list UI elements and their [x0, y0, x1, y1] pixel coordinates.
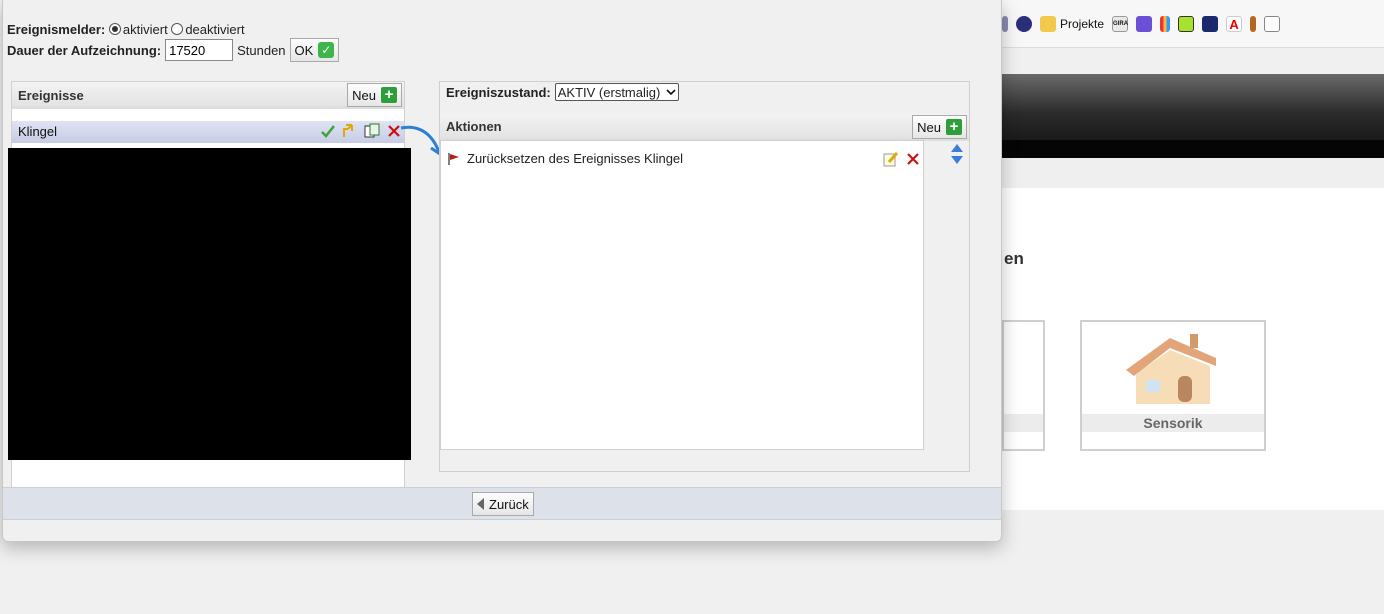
delete-icon[interactable] [905, 151, 921, 167]
arrow-left-icon [477, 498, 484, 510]
hours-label: Stunden [237, 42, 286, 58]
event-state-row: Ereigniszustand: AKTIV (erstmalig) [446, 83, 680, 101]
list-item[interactable]: Klingel [12, 121, 404, 143]
folder-icon [1040, 15, 1056, 32]
event-state-select[interactable]: AKTIV (erstmalig) [554, 83, 680, 101]
adobe-icon: A [1226, 15, 1243, 32]
plus-icon: + [946, 119, 962, 135]
bookmark-navy-icon[interactable] [1202, 14, 1219, 34]
events-panel: Ereignisse Neu + Klingel [8, 81, 411, 491]
arrow-down-icon[interactable] [951, 156, 963, 164]
new-action-button[interactable]: Neu + [912, 115, 967, 139]
bookmark-purple-icon[interactable] [1136, 14, 1153, 34]
bookmarks-bar: Projekte GIRA A [1002, 0, 1384, 48]
edit-icon[interactable] [883, 151, 899, 167]
bookmark-gira[interactable]: GIRA [1112, 14, 1129, 34]
copy-icon[interactable] [364, 123, 380, 139]
bookmark-green-icon[interactable] [1178, 14, 1195, 34]
actions-panel-title: Aktionen [446, 119, 502, 134]
gira-icon: GIRA [1112, 15, 1129, 32]
recording-duration-label: Dauer der Aufzeichnung: [7, 42, 162, 58]
deactivated-radio[interactable] [171, 23, 184, 35]
house-icon [1126, 334, 1216, 404]
event-state-label: Ereigniszustand: [446, 84, 551, 100]
bookmark-colorbar-icon[interactable] [1160, 14, 1171, 34]
chevron-down-icon [666, 89, 676, 96]
new-event-label: Neu [352, 87, 376, 103]
flag-icon [448, 152, 459, 165]
new-action-label: Neu [917, 119, 941, 135]
section-heading: en [1004, 249, 1024, 268]
plus-icon: + [381, 87, 397, 103]
event-reporter-row: Ereignismelder: aktiviert deaktiviert [7, 22, 245, 37]
checkmark-icon[interactable] [320, 123, 336, 139]
back-button[interactable]: Zurück [472, 492, 534, 516]
recording-duration-input[interactable] [165, 39, 234, 61]
event-detail-panel: Ereigniszustand: AKTIV (erstmalig) Aktio… [439, 81, 970, 472]
list-item[interactable]: Zurücksetzen des Ereignisses Klingel [447, 151, 683, 166]
ok-button[interactable]: OK ✓ [289, 38, 340, 62]
arrow-up-icon[interactable] [951, 144, 963, 152]
new-event-button[interactable]: Neu + [347, 83, 402, 107]
bookmark-person-icon[interactable] [1250, 14, 1257, 34]
dialog-footer: Zurück [3, 487, 1001, 520]
header-shadow [1002, 140, 1384, 158]
events-panel-title: Ereignisse [18, 88, 84, 103]
bookmark-adobe[interactable]: A [1226, 14, 1243, 34]
back-label: Zurück [489, 496, 529, 512]
bookmark-empty-icon[interactable] [1264, 14, 1281, 34]
tile-partial[interactable] [1002, 320, 1045, 451]
event-state-value: AKTIV (erstmalig) [557, 84, 661, 100]
deactivated-label: deaktiviert [185, 22, 245, 37]
header-band [1002, 74, 1384, 140]
action-label: Zurücksetzen des Ereignisses Klingel [467, 151, 684, 166]
bookmark-globe-icon[interactable] [1016, 14, 1032, 34]
actions-panel-header: Aktionen Neu + [440, 114, 969, 141]
activated-radio[interactable] [108, 23, 121, 35]
bookmark-projekte[interactable]: Projekte [1040, 14, 1104, 34]
event-reporter-label: Ereignismelder: [7, 22, 106, 37]
folder-arrow-icon[interactable] [342, 123, 358, 139]
event-name: Klingel [18, 124, 58, 139]
bookmark-projekte-label: Projekte [1060, 16, 1105, 31]
tile-partial-caption [1004, 414, 1043, 432]
activated-label: aktiviert [122, 22, 168, 37]
actions-list: Zurücksetzen des Ereignisses Klingel [440, 140, 924, 450]
ok-label: OK [294, 42, 314, 58]
reorder-controls [951, 144, 963, 164]
redacted-area [8, 148, 411, 460]
tile-sensorik[interactable]: Sensorik [1080, 320, 1266, 451]
header-spacer [1002, 158, 1384, 188]
check-icon: ✓ [318, 42, 335, 58]
recording-duration-row: Dauer der Aufzeichnung: Stunden OK ✓ [7, 38, 340, 62]
events-panel-header: Ereignisse Neu + [12, 82, 404, 109]
tile-sensorik-caption: Sensorik [1082, 414, 1264, 432]
event-dialog: Ereignismelder: aktiviert deaktiviert Da… [2, 0, 1002, 542]
bookmark-icon-1[interactable] [1002, 14, 1008, 34]
